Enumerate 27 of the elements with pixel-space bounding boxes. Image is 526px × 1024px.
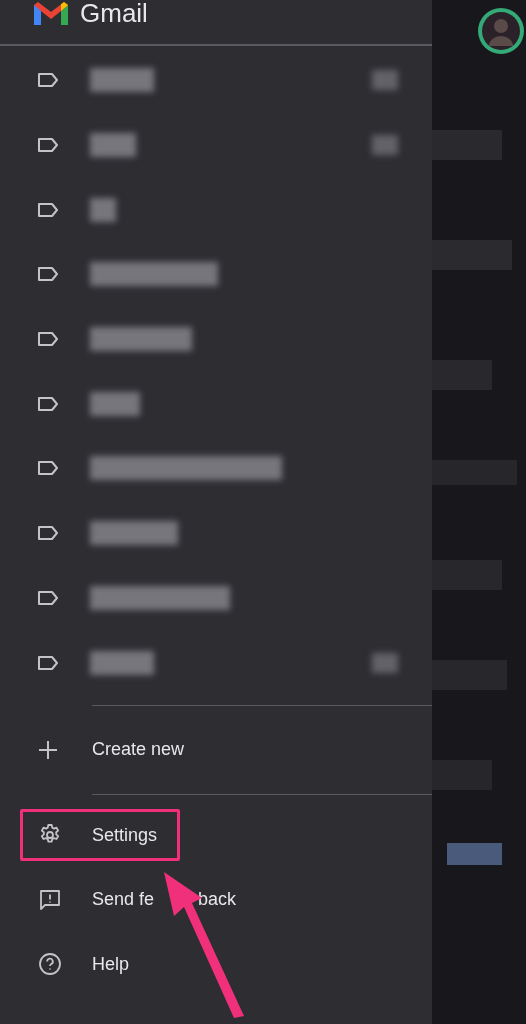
blurred-label (90, 650, 154, 675)
blurred-label (90, 391, 140, 416)
label-icon (37, 395, 59, 412)
label-icon (37, 525, 59, 542)
menu-label-fragment: back (198, 888, 237, 912)
label-icon (37, 72, 59, 89)
blurred-count (372, 70, 398, 91)
create-new-item[interactable]: Create new (0, 705, 432, 794)
label-icon (37, 654, 59, 671)
blurred-label (90, 133, 136, 158)
menu-item[interactable]: Send fe back (20, 873, 260, 926)
blurred-count (372, 652, 398, 673)
app-title: Gmail (80, 0, 148, 30)
label-icon (37, 201, 59, 218)
label-icon (37, 589, 59, 606)
label-icon (37, 460, 59, 477)
blurred-label (90, 68, 154, 93)
help-icon (38, 952, 62, 977)
label-icon (37, 137, 59, 154)
label-icon (37, 331, 59, 348)
feedback-icon (38, 887, 62, 912)
gmail-logo-icon (32, 0, 70, 27)
menu-item[interactable]: Help (20, 938, 153, 991)
blurred-count (372, 135, 398, 156)
blurred-label (90, 197, 116, 222)
label-icon (37, 266, 59, 283)
menu-item[interactable]: Settings (20, 809, 181, 862)
